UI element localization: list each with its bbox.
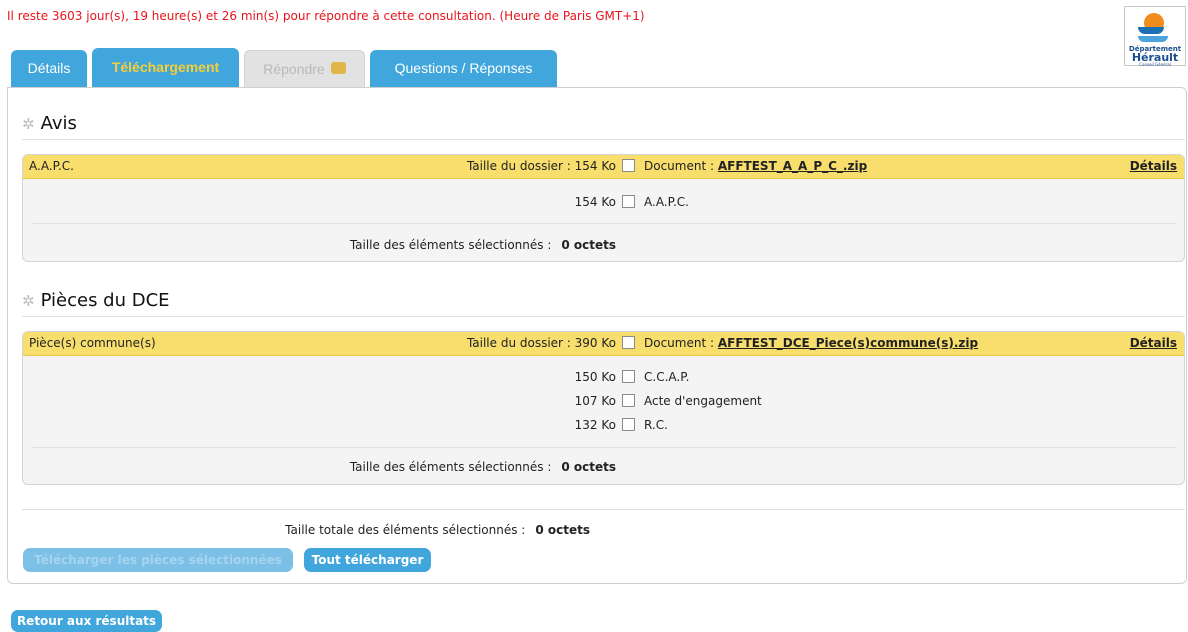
file-label: C.C.A.P. [644,370,690,384]
download-all-button[interactable]: Tout télécharger [304,548,431,572]
document-checkbox[interactable] [622,336,635,349]
document-link[interactable]: AFFTEST_A_A_P_C_.zip [718,159,867,173]
file-label: A.A.P.C. [644,195,689,209]
file-size: 107 Ko [574,394,616,408]
divider [22,509,1185,510]
file-checkbox[interactable] [622,195,635,208]
file-size: 132 Ko [574,418,616,432]
divider [22,139,1185,140]
gear-icon: ✲ [22,292,35,310]
selected-size-value: 0 octets [561,238,616,252]
tab-label: Téléchargement [111,59,220,75]
selected-size-label: Taille des éléments sélectionnés : [349,238,552,252]
divider [31,223,1176,224]
tab-label: Répondre [263,61,325,77]
gear-icon: ✲ [22,115,35,133]
file-item: A.A.P.C. [622,195,689,209]
file-label: R.C. [644,418,668,432]
total-size-label: Taille totale des éléments sélectionnés … [285,523,526,537]
file-size: 154 Ko [574,195,616,209]
file-label: Acte d'engagement [644,394,762,408]
selected-size-label: Taille des éléments sélectionnés : [349,460,552,474]
tab-repondre: Répondre [244,50,365,87]
file-row: 154 Ko A.A.P.C. [23,195,1184,213]
file-row: 107 Ko Acte d'engagement [23,394,1184,412]
file-item: C.C.A.P. [622,370,689,384]
logo-line3: Conseil Général [1139,62,1171,67]
file-checkbox[interactable] [622,394,635,407]
total-size-value: 0 octets [535,523,590,537]
block-header: A.A.P.C. Taille du dossier : 154 Ko Docu… [23,155,1184,179]
document-block-aapc: A.A.P.C. Taille du dossier : 154 Ko Docu… [22,154,1185,262]
divider [31,447,1176,448]
deadline-notice: Il reste 3603 jour(s), 19 heure(s) et 26… [7,9,645,23]
document-label: Document : [644,336,715,350]
herault-logo: Département Hérault Conseil Général [1124,6,1186,67]
logo-wave-icon-2 [1138,36,1168,42]
selected-size-row: Taille des éléments sélectionnés : 0 octe… [350,238,616,252]
section-title-avis: ✲ Avis [22,113,77,134]
file-size: 150 Ko [574,370,616,384]
document-link[interactable]: AFFTEST_DCE_Piece(s)commune(s).zip [718,336,978,350]
selected-size-row: Taille des éléments sélectionnés : 0 octe… [350,460,616,474]
tab-details[interactable]: Détails [11,50,87,87]
file-item: R.C. [622,418,668,432]
file-item: Acte d'engagement [622,394,762,408]
document-label: Document : [644,159,715,173]
back-to-results-button[interactable]: Retour aux résultats [11,610,162,632]
logo-wave-icon [1138,27,1164,34]
document-checkbox[interactable] [622,159,635,172]
tab-questions-reponses[interactable]: Questions / Réponses [370,50,557,87]
block-header: Pièce(s) commune(s) Taille du dossier : … [23,332,1184,356]
tab-telechargement[interactable]: Téléchargement [92,48,239,87]
folder-size: Taille du dossier : 390 Ko [466,336,616,350]
folder-size: Taille du dossier : 154 Ko [466,159,616,173]
tab-label: Détails [27,60,71,76]
file-row: 132 Ko R.C. [23,418,1184,436]
file-checkbox[interactable] [622,418,635,431]
details-link[interactable]: Détails [1130,159,1177,173]
download-selected-button[interactable]: Télécharger les pièces sélectionnées [23,548,293,572]
document-zip: Document : AFFTEST_DCE_Piece(s)commune(s… [622,336,978,350]
block-name: Pièce(s) commune(s) [29,336,156,350]
tab-label: Questions / Réponses [394,60,533,76]
selected-size-value: 0 octets [561,460,616,474]
file-row: 150 Ko C.C.A.P. [23,370,1184,388]
lock-icon [330,62,346,75]
divider [22,316,1185,317]
total-size-row: Taille totale des éléments sélectionnés … [285,523,590,537]
section-title-dce: ✲ Pièces du DCE [22,290,170,311]
details-link[interactable]: Détails [1130,336,1177,350]
block-name: A.A.P.C. [29,159,74,173]
section-title-text: Pièces du DCE [40,290,170,311]
file-checkbox[interactable] [622,370,635,383]
document-block-pieces-communes: Pièce(s) commune(s) Taille du dossier : … [22,331,1185,485]
section-title-text: Avis [40,113,77,134]
document-zip: Document : AFFTEST_A_A_P_C_.zip [622,159,867,173]
